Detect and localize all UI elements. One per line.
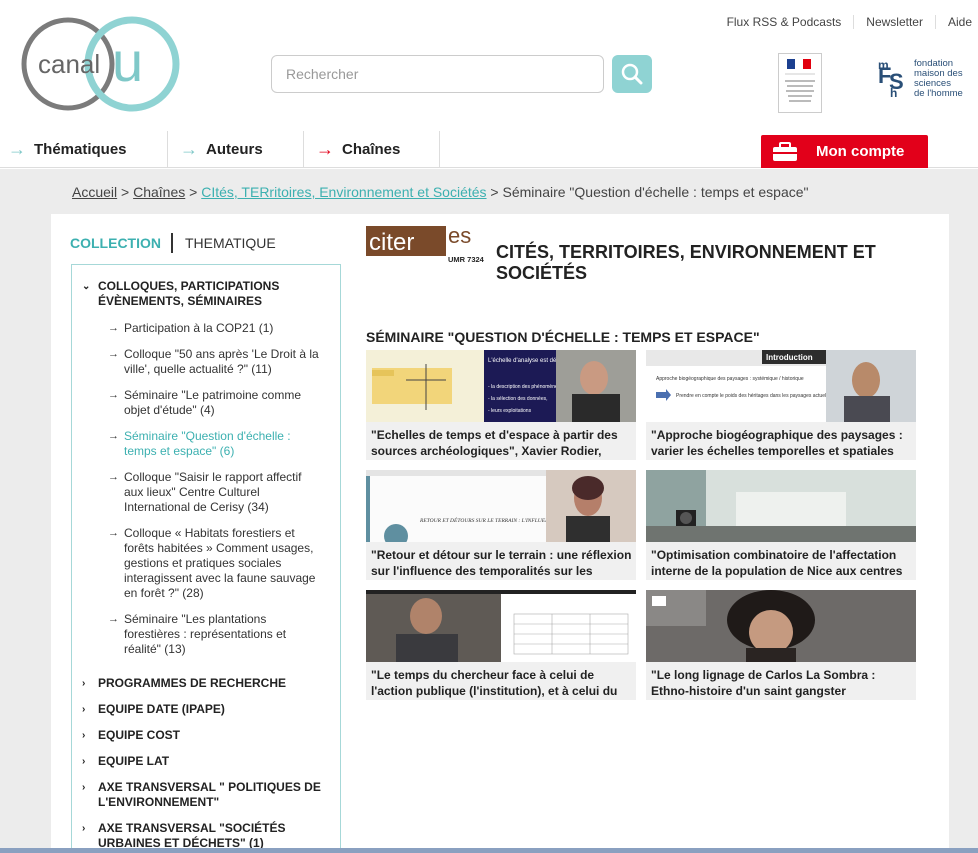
tree-item[interactable]: → Colloque "50 ans après 'Le Droit à la … <box>108 347 323 377</box>
seminar-title: SÉMINAIRE "QUESTION D'ÉCHELLE : TEMPS ET… <box>366 329 760 345</box>
video-thumbnail: Introduction Approche biogéographique de… <box>646 350 916 422</box>
tree-group[interactable]: › AXE TRANSVERSAL "SOCIÉTÉS URBAINES ET … <box>82 821 322 851</box>
org-title: CITÉS, TERRITOIRES, ENVIRONNEMENT ET SOC… <box>496 242 876 283</box>
newsletter-link[interactable]: Newsletter <box>853 15 935 29</box>
tree-item-active[interactable]: → Séminaire "Question d'échelle : temps … <box>108 429 323 459</box>
video-card[interactable]: L'échelle d'analyse est déterminante pou… <box>366 350 636 460</box>
tab-divider <box>171 233 173 253</box>
video-thumbnail <box>366 590 636 662</box>
breadcrumb: Accueil > Chaînes > CItés, TERritoires, … <box>51 169 949 214</box>
video-thumbnail <box>646 470 916 542</box>
search-icon <box>621 63 643 85</box>
arrow-right-icon: → <box>180 139 198 159</box>
video-title: "Retour et détour sur le terrain : une r… <box>371 548 632 578</box>
arrow-right-icon: → <box>108 527 119 539</box>
canal-u-logo[interactable]: canal u <box>20 16 190 116</box>
account-button[interactable]: Mon compte <box>761 135 928 168</box>
arrow-right-icon: → <box>108 430 119 442</box>
breadcrumb-current: Séminaire "Question d'échelle : temps et… <box>502 184 809 200</box>
tree-group-colloques[interactable]: ⌄ COLLOQUES, PARTICIPATIONS ÉVÈNEMENTS, … <box>82 279 322 309</box>
chevron-right-icon: › <box>82 678 86 689</box>
video-title: "Approche biogéographique des paysages :… <box>651 428 903 458</box>
breadcrumb-home[interactable]: Accueil <box>72 184 117 200</box>
svg-text:es: es <box>448 226 471 248</box>
ministere-logo[interactable] <box>778 53 822 113</box>
video-thumbnail: RETOUR ET DÉTOURS SUR LE TERRAIN : L'INF… <box>366 470 636 542</box>
arrow-right-icon: → <box>108 322 119 334</box>
window-bottom-bar <box>0 848 978 853</box>
svg-text:- la sélection des données,: - la sélection des données, <box>488 396 547 402</box>
tab-collection[interactable]: COLLECTION <box>70 235 171 251</box>
search-button[interactable] <box>612 55 652 93</box>
arrow-right-icon: → <box>316 139 334 159</box>
chevron-down-icon: ⌄ <box>82 281 91 292</box>
video-title: "Le temps du chercheur face à celui de l… <box>371 668 618 698</box>
rss-link[interactable]: Flux RSS & Podcasts <box>715 15 854 29</box>
arrow-right-icon: → <box>108 348 119 360</box>
chevron-right-icon: › <box>82 756 86 767</box>
tree-group[interactable]: › AXE TRANSVERSAL " POLITIQUES DE L'ENVI… <box>82 780 322 810</box>
arrow-right-icon: → <box>8 139 26 159</box>
nav-thematiques[interactable]: → Thématiques <box>0 131 168 168</box>
svg-text:Prendre en compte le poids des: Prendre en compte le poids des héritages… <box>676 393 829 399</box>
arrow-right-icon: → <box>108 471 119 483</box>
svg-text:UMR 7324: UMR 7324 <box>448 255 484 264</box>
video-card[interactable]: "Optimisation combinatoire de l'affectat… <box>646 470 916 580</box>
arrow-right-icon: → <box>108 613 119 625</box>
search-input[interactable]: Rechercher <box>271 55 604 93</box>
citeres-logo: citer es UMR 7324 <box>366 223 485 264</box>
tree-group[interactable]: › EQUIPE COST <box>82 728 322 743</box>
video-title: "Le long lignage de Carlos La Sombra : E… <box>651 668 876 698</box>
svg-text:citer: citer <box>369 229 414 256</box>
sidebar-tabs: COLLECTION THEMATIQUE <box>70 233 276 253</box>
svg-text:de l'homme: de l'homme <box>914 88 963 99</box>
video-thumbnail <box>646 590 916 662</box>
fmsh-logo[interactable]: F S m h fondation maison des sciences de… <box>878 55 968 100</box>
video-title: "Echelles de temps et d'espace à partir … <box>371 428 618 458</box>
tree-item[interactable]: → Participation à la COP21 (1) <box>108 321 323 336</box>
tree-item[interactable]: → Séminaire "Le patrimoine comme objet d… <box>108 388 323 418</box>
help-link[interactable]: Aide <box>934 15 972 29</box>
collection-tree: ⌄ COLLOQUES, PARTICIPATIONS ÉVÈNEMENTS, … <box>71 264 341 853</box>
breadcrumb-org[interactable]: CItés, TERritoires, Environnement et Soc… <box>201 184 486 200</box>
top-links: Flux RSS & Podcasts Newsletter Aide <box>715 15 972 29</box>
chevron-right-icon: › <box>82 730 86 741</box>
chevron-right-icon: › <box>82 704 86 715</box>
video-thumbnail: L'échelle d'analyse est déterminante pou… <box>366 350 636 422</box>
tree-item[interactable]: → Séminaire "Les plantations forestières… <box>108 612 323 657</box>
tree-group[interactable]: › EQUIPE DATE (IPAPE) <box>82 702 322 717</box>
video-title: "Optimisation combinatoire de l'affectat… <box>651 548 903 578</box>
svg-text:u: u <box>112 30 143 93</box>
nav-chaines[interactable]: → Chaînes <box>304 131 440 168</box>
svg-text:- leurs exploitations: - leurs exploitations <box>488 408 532 414</box>
breadcrumb-chaines[interactable]: Chaînes <box>133 184 185 200</box>
video-card[interactable]: "Le temps du chercheur face à celui de l… <box>366 590 636 700</box>
chevron-right-icon: › <box>82 782 86 793</box>
tree-item[interactable]: → Colloque "Saisir le rapport affectif a… <box>108 470 323 515</box>
briefcase-icon <box>773 141 797 161</box>
tree-item[interactable]: → Colloque « Habitats forestiers et forê… <box>108 526 323 601</box>
tab-thematique[interactable]: THEMATIQUE <box>185 235 276 251</box>
svg-text:Introduction: Introduction <box>766 353 813 362</box>
video-card[interactable]: "Le long lignage de Carlos La Sombra : E… <box>646 590 916 700</box>
video-card[interactable]: Introduction Approche biogéographique de… <box>646 350 916 460</box>
tree-group[interactable]: › PROGRAMMES DE RECHERCHE <box>82 676 322 691</box>
svg-text:m: m <box>878 58 889 72</box>
chevron-right-icon: › <box>82 823 86 834</box>
svg-text:h: h <box>890 86 897 99</box>
nav-auteurs[interactable]: → Auteurs <box>168 131 304 168</box>
svg-text:canal: canal <box>38 49 100 79</box>
video-card[interactable]: RETOUR ET DÉTOURS SUR LE TERRAIN : L'INF… <box>366 470 636 580</box>
arrow-right-icon: → <box>108 389 119 401</box>
tree-group[interactable]: › EQUIPE LAT <box>82 754 322 769</box>
svg-text:Approche biogéographique des p: Approche biogéographique des paysages : … <box>656 376 804 382</box>
